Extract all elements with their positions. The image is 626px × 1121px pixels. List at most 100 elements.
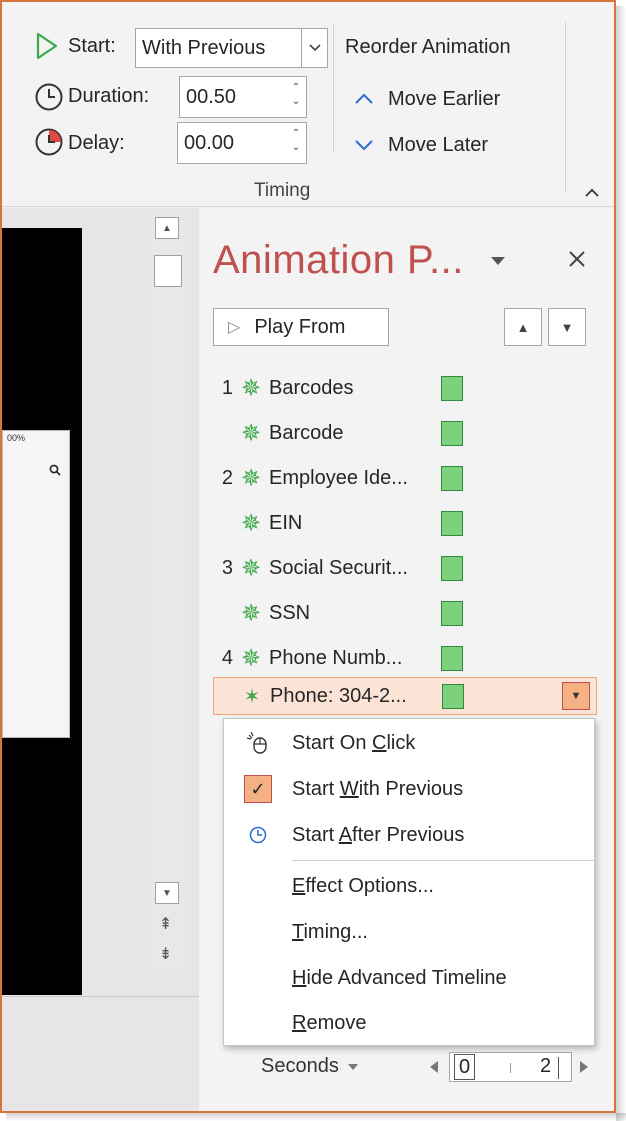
move-later-label: Move Later	[388, 133, 489, 156]
timeline-ruler[interactable]: 0 2	[449, 1052, 572, 1082]
scroll-up-icon[interactable]: ▲	[155, 217, 179, 239]
vertical-scrollbar[interactable]	[151, 213, 184, 973]
delay-spinner-icon[interactable]: ⌃ ⌄	[290, 127, 302, 157]
seconds-dropdown[interactable]: Seconds	[261, 1055, 359, 1078]
menu-start-after-previous[interactable]: Start After Previous	[224, 813, 594, 857]
seconds-label: Seconds	[261, 1055, 339, 1077]
menu-effect-options[interactable]: Effect Options...	[224, 864, 594, 908]
animation-item-employee-id[interactable]: 2 ✵ Employee Ide...	[213, 460, 597, 496]
menu-label: Remove	[292, 1011, 367, 1034]
timeline-bar[interactable]	[441, 600, 463, 626]
menu-label: Start After Previous	[292, 823, 465, 846]
item-number: 4	[221, 646, 233, 669]
animation-item-barcodes[interactable]: 1 ✵ Barcodes	[213, 370, 597, 406]
duration-value: 00.50	[186, 85, 237, 108]
move-earlier-button[interactable]: Move Earlier	[354, 84, 500, 114]
start-label: Start:	[68, 35, 116, 57]
checkmark-icon: ✓	[244, 775, 272, 803]
timeline-bar[interactable]	[441, 510, 463, 536]
move-earlier-label: Move Earlier	[388, 87, 501, 110]
previous-slide-icon[interactable]: ⇞	[159, 914, 172, 934]
timeline-left-icon[interactable]	[429, 1060, 439, 1074]
timeline-bar[interactable]	[441, 420, 463, 446]
timeline-bar[interactable]	[441, 375, 463, 401]
timeline-bar[interactable]	[441, 555, 463, 581]
timeline-right-icon[interactable]	[579, 1060, 589, 1074]
item-dropdown-icon[interactable]: ▼	[562, 682, 590, 710]
timeline-tick	[558, 1057, 559, 1079]
item-number: 2	[221, 466, 233, 489]
move-down-button[interactable]: ▼	[548, 308, 586, 346]
search-icon	[49, 464, 61, 476]
item-label: EIN	[269, 511, 303, 534]
effect-star-icon: ✵	[240, 464, 262, 492]
reorder-animation-title: Reorder Animation	[345, 36, 511, 58]
close-icon[interactable]	[568, 250, 586, 268]
effect-star-icon: ✵	[240, 509, 262, 537]
effect-star-icon: ✵	[240, 374, 262, 402]
menu-start-on-click[interactable]: Start On Click	[224, 721, 594, 765]
duration-input[interactable]: 00.50 ⌃ ⌄	[179, 76, 307, 118]
effect-sparkle-icon: ✶	[243, 685, 261, 708]
menu-remove[interactable]: Remove	[224, 1001, 594, 1045]
item-label: Phone: 304-2...	[270, 684, 407, 707]
duration-spinner-icon[interactable]: ⌃ ⌄	[290, 81, 302, 111]
menu-label: Start With Previous	[292, 777, 464, 800]
chevron-down-icon[interactable]	[301, 29, 327, 67]
timeline-tick	[510, 1063, 511, 1073]
item-number: 3	[221, 556, 233, 579]
effect-star-icon: ✵	[240, 554, 262, 582]
play-icon: ▷	[228, 319, 241, 336]
play-from-button[interactable]: ▷ Play From	[213, 308, 389, 346]
menu-label: Hide Advanced Timeline	[292, 966, 507, 989]
menu-start-with-previous[interactable]: ✓ Start With Previous	[224, 767, 594, 811]
delay-clock-icon	[35, 128, 63, 156]
next-slide-icon[interactable]: ⇟	[159, 944, 172, 964]
item-label: Barcodes	[269, 376, 354, 399]
animation-item-barcode[interactable]: ✵ Barcode	[213, 415, 597, 451]
move-later-button[interactable]: Move Later	[354, 130, 488, 160]
chevron-down-blue-icon	[355, 140, 373, 151]
menu-timing[interactable]: Timing...	[224, 910, 594, 954]
collapse-ribbon-icon[interactable]	[584, 188, 600, 198]
slide-phone-mockup: 00%	[2, 430, 70, 738]
item-label: Phone Numb...	[269, 646, 403, 669]
pane-options-icon[interactable]	[490, 256, 506, 266]
effect-star-icon: ✵	[240, 599, 262, 627]
menu-hide-advanced-timeline[interactable]: Hide Advanced Timeline	[224, 956, 594, 1000]
scroll-thumb[interactable]	[154, 255, 182, 287]
animation-item-phone-selected[interactable]: ✶ Phone: 304-2... ▼	[213, 677, 597, 715]
effect-star-icon: ✵	[240, 644, 262, 672]
delay-value: 00.00	[184, 131, 235, 154]
duration-label: Duration:	[68, 85, 150, 107]
animation-item-ssn[interactable]: ✵ SSN	[213, 595, 597, 631]
timeline-bar[interactable]	[441, 645, 463, 671]
menu-label: Effect Options...	[292, 874, 434, 897]
context-menu: Start On Click ✓ Start With Previous Sta…	[223, 718, 595, 1046]
item-number: 1	[221, 376, 233, 399]
ribbon-separator	[333, 24, 334, 152]
clock-blue-icon	[224, 826, 292, 844]
timeline-end-value: 2	[540, 1055, 552, 1077]
window-shadow	[616, 6, 626, 1121]
timeline-bar[interactable]	[442, 683, 464, 709]
window-shadow	[6, 1113, 626, 1121]
clock-icon	[35, 83, 63, 111]
start-dropdown[interactable]: With Previous	[135, 28, 328, 68]
animation-item-social-security[interactable]: 3 ✵ Social Securit...	[213, 550, 597, 586]
item-label: Social Securit...	[269, 556, 408, 579]
move-up-button[interactable]: ▲	[504, 308, 542, 346]
timeline-bar[interactable]	[441, 465, 463, 491]
app-window: Start: With Previous Duration: 00.50 ⌃ ⌄ …	[0, 0, 616, 1113]
item-label: SSN	[269, 601, 311, 624]
animation-item-phone-number[interactable]: 4 ✵ Phone Numb...	[213, 640, 597, 676]
menu-separator	[292, 860, 594, 861]
timeline-start-value: 0	[454, 1054, 476, 1080]
animation-item-ein[interactable]: ✵ EIN	[213, 505, 597, 541]
menu-label: Timing...	[292, 920, 368, 943]
chevron-down-icon	[347, 1063, 358, 1070]
item-label: Employee Ide...	[269, 466, 408, 489]
menu-label: Start On Click	[292, 731, 416, 754]
delay-input[interactable]: 00.00 ⌃ ⌄	[177, 122, 307, 164]
scroll-down-icon[interactable]: ▼	[155, 882, 179, 904]
